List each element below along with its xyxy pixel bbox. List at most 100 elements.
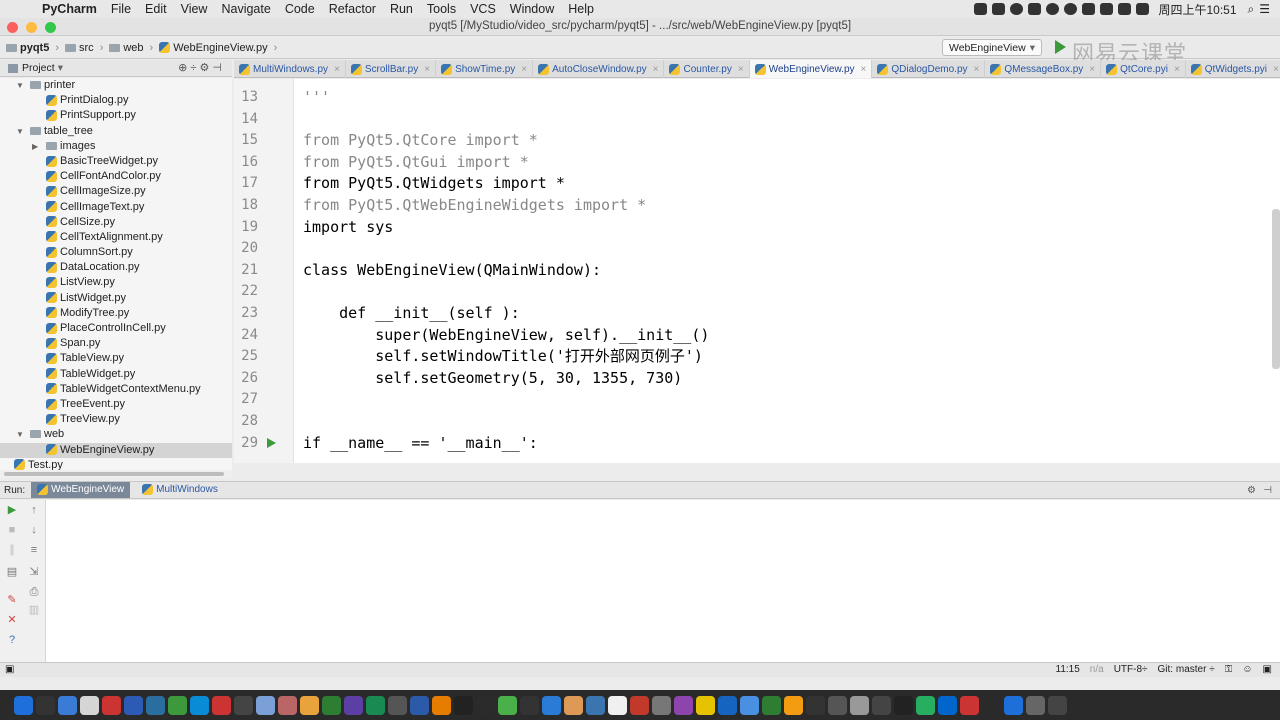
code-line[interactable]: 21 class WebEngineView(QMainWindow): xyxy=(234,260,1274,282)
collapse-icon[interactable]: ÷ xyxy=(190,62,196,74)
event-log-icon[interactable]: ▣ xyxy=(1263,664,1272,675)
pin-icon[interactable]: ✎ xyxy=(6,594,18,606)
dock-app-icon[interactable] xyxy=(432,695,451,715)
tray-app-icon[interactable] xyxy=(992,3,1006,15)
close-tab-icon[interactable]: × xyxy=(1174,64,1180,75)
tree-horizontal-scrollbar[interactable] xyxy=(0,470,232,478)
hide-icon[interactable]: ⊣ xyxy=(212,62,222,74)
dock-app-icon[interactable] xyxy=(1048,695,1067,715)
app-menu-pycharm[interactable]: PyCharm xyxy=(42,2,104,16)
chevron-right-icon[interactable]: ▶ xyxy=(32,139,38,154)
tree-file[interactable]: ListView.py xyxy=(0,275,232,290)
dock-app-icon[interactable] xyxy=(278,695,297,715)
editor-tab[interactable]: QtWidgets.pyi × xyxy=(1186,60,1280,78)
tree-file[interactable]: TreeEvent.py xyxy=(0,397,232,412)
menu-list-icon[interactable]: ☰ xyxy=(1259,2,1270,16)
breadcrumb-item[interactable]: web xyxy=(109,42,144,54)
dock-app-icon[interactable] xyxy=(938,695,957,715)
gear-icon[interactable]: ⚙ xyxy=(1247,485,1256,496)
code-text[interactable]: self.setGeometry(5, 30, 1355, 730) xyxy=(303,368,682,390)
dock-app-icon[interactable] xyxy=(124,695,143,715)
menu-window[interactable]: Window xyxy=(503,2,561,16)
code-text[interactable]: class WebEngineView(QMainWindow): xyxy=(303,260,601,282)
wifi-icon[interactable] xyxy=(1082,3,1096,15)
menu-refactor[interactable]: Refactor xyxy=(322,2,383,16)
menu-tools[interactable]: Tools xyxy=(420,2,463,16)
dock-app-icon[interactable] xyxy=(58,695,77,715)
menu-help[interactable]: Help xyxy=(561,2,601,16)
project-panel-title[interactable]: Project xyxy=(22,62,55,74)
code-line[interactable]: 18 from PyQt5.QtWebEngineWidgets import * xyxy=(234,195,1274,217)
dock-app-icon[interactable] xyxy=(256,695,275,715)
dock-app-icon[interactable] xyxy=(960,695,979,715)
search-icon[interactable]: ⌕ xyxy=(1248,2,1255,17)
tree-file[interactable]: WebEngineView.py xyxy=(0,442,232,458)
code-editor[interactable]: 13 ''' 14 15 from PyQt5.QtCore import * 16 fro… xyxy=(234,79,1280,463)
code-line[interactable]: 28 xyxy=(234,411,1274,433)
editor-tab[interactable]: ScrollBar.py × xyxy=(346,60,437,78)
tree-file[interactable]: Span.py xyxy=(0,336,232,351)
code-text[interactable]: ''' xyxy=(303,87,330,109)
code-text[interactable]: from PyQt5.QtGui import * xyxy=(303,152,529,174)
code-text[interactable]: import sys xyxy=(303,217,393,239)
dock-app-icon[interactable] xyxy=(674,695,693,715)
dock-app-icon[interactable] xyxy=(762,695,781,715)
code-line[interactable]: 14 xyxy=(234,109,1274,131)
code-line[interactable]: 29 if __name__ == '__main__': xyxy=(234,433,1274,455)
menu-code[interactable]: Code xyxy=(278,2,322,16)
menu-file[interactable]: File xyxy=(104,2,138,16)
code-line[interactable]: 15 from PyQt5.QtCore import * xyxy=(234,130,1274,152)
dock-app-icon[interactable] xyxy=(806,695,825,715)
code-text[interactable]: from PyQt5.QtCore import * xyxy=(303,130,538,152)
code-line[interactable]: 24 super(WebEngineView, self).__init__() xyxy=(234,325,1274,347)
tree-file[interactable]: ModifyTree.py xyxy=(0,306,232,321)
volume-icon[interactable] xyxy=(1100,3,1114,15)
sync-icon[interactable]: ⊕ xyxy=(178,62,187,74)
code-text[interactable]: super(WebEngineView, self).__init__() xyxy=(303,325,709,347)
editor-tab[interactable]: AutoCloseWindow.py × xyxy=(533,60,665,78)
toolwindow-toggle-icon[interactable]: ▣ xyxy=(5,664,14,675)
breadcrumb-item[interactable]: WebEngineView.py xyxy=(159,42,268,54)
dock-app-icon[interactable] xyxy=(696,695,715,715)
close-tab-icon[interactable]: × xyxy=(521,64,527,75)
tree-folder[interactable]: ▶ images xyxy=(0,139,232,154)
editor-scrollbar[interactable] xyxy=(1272,209,1280,369)
dock-app-icon[interactable] xyxy=(300,695,319,715)
code-text[interactable]: def __init__(self ): xyxy=(303,303,520,325)
rerun-icon[interactable]: ▶ xyxy=(6,504,18,516)
caret-position[interactable]: 11:15 xyxy=(1056,664,1080,675)
menu-navigate[interactable]: Navigate xyxy=(214,2,277,16)
tray-app-icon[interactable] xyxy=(1010,3,1024,15)
run-console[interactable]: ▶ ↑ ■ ↓ ∥ ≡ ▤ ⇲ ✎ ⎙ ▥ ✕ ? xyxy=(0,500,1280,662)
tree-file[interactable]: CellImageSize.py xyxy=(0,184,232,199)
gear-icon[interactable]: ⚙ xyxy=(199,62,209,74)
dock-app-icon[interactable] xyxy=(630,695,649,715)
code-text[interactable]: if __name__ == '__main__': xyxy=(303,433,538,455)
tree-file[interactable]: Test.py xyxy=(0,458,232,470)
editor-tab[interactable]: QtCore.pyi × xyxy=(1101,60,1186,78)
dock-app-icon[interactable] xyxy=(718,695,737,715)
tree-folder[interactable]: ▼ table_tree xyxy=(0,124,232,139)
dock-app-icon[interactable] xyxy=(146,695,165,715)
chevron-down-icon[interactable]: ▼ xyxy=(16,78,24,93)
restore-layout-icon[interactable]: ▤ xyxy=(6,566,18,578)
dock-app-icon[interactable] xyxy=(652,695,671,715)
dock-app-icon[interactable] xyxy=(564,695,583,715)
dock-app-icon[interactable] xyxy=(366,695,385,715)
code-line[interactable]: 22 xyxy=(234,281,1274,303)
editor-tab[interactable]: QMessageBox.py × xyxy=(985,60,1102,78)
dock-app-icon[interactable] xyxy=(212,695,231,715)
code-line[interactable]: 27 xyxy=(234,389,1274,411)
chevron-down-icon[interactable]: ▼ xyxy=(16,124,24,139)
dock-app-icon[interactable] xyxy=(410,695,429,715)
breadcrumb-item[interactable]: src xyxy=(65,42,94,54)
menu-view[interactable]: View xyxy=(174,2,215,16)
close-tab-icon[interactable]: × xyxy=(334,64,340,75)
battery-icon[interactable] xyxy=(1136,3,1150,15)
tree-file[interactable]: TableWidget.py xyxy=(0,367,232,382)
dock-app-icon[interactable] xyxy=(388,695,407,715)
tree-file[interactable]: BasicTreeWidget.py xyxy=(0,154,232,169)
print-icon[interactable]: ⎙ xyxy=(28,586,40,598)
dock-app-icon[interactable] xyxy=(234,695,253,715)
code-line[interactable]: 25 self.setWindowTitle('打开外部网页例子') xyxy=(234,346,1274,368)
